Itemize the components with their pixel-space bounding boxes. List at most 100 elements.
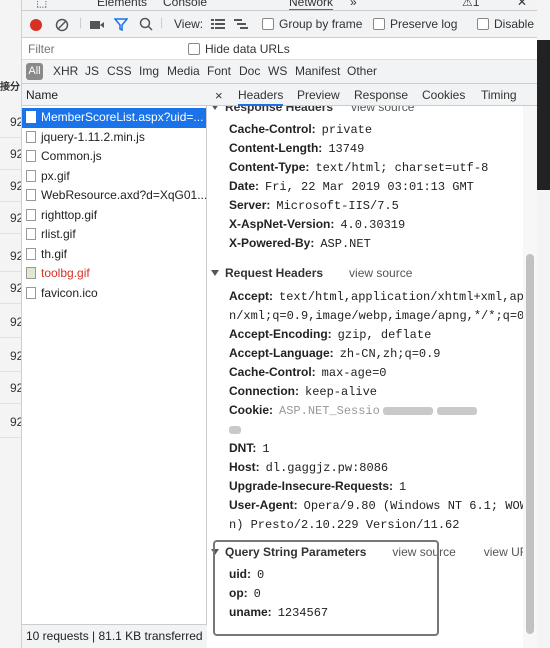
disable-cache-checkbox[interactable]: Disable cache: [477, 17, 537, 33]
filter-manifest[interactable]: Manifest: [295, 64, 340, 78]
group-by-frame-checkbox[interactable]: Group by frame: [262, 17, 362, 33]
overview-button[interactable]: [234, 18, 248, 34]
view-source-link[interactable]: view source: [349, 266, 412, 280]
request-name: rlist.gif: [41, 227, 76, 241]
header-key: Cache-Control:: [229, 365, 316, 379]
tab-response[interactable]: Response: [354, 88, 408, 102]
resource-type-filters: All XHR JS CSS Img Media Font Doc WS Man…: [22, 60, 537, 84]
header-value: private: [321, 123, 373, 137]
header-value: Fri, 22 Mar 2019 03:01:13 GMT: [265, 180, 474, 194]
header-key: Accept-Encoding:: [229, 327, 332, 341]
header-key: X-Powered-By:: [229, 236, 315, 250]
request-row[interactable]: px.gif: [22, 167, 206, 187]
header-key: Cache-Control:: [229, 122, 316, 136]
expand-triangle-icon[interactable]: [211, 106, 219, 110]
screenshot-button[interactable]: [89, 18, 105, 34]
image-icon: [26, 267, 36, 279]
header-line-wrap: [229, 420, 523, 439]
page-row: 92: [0, 202, 21, 234]
tab-cookies[interactable]: Cookies: [422, 88, 465, 102]
request-row[interactable]: righttop.gif: [22, 206, 206, 226]
record-button[interactable]: [29, 18, 43, 34]
preserve-log-label: Preserve log: [390, 17, 458, 31]
request-row[interactable]: jquery-1.11.2.min.js: [22, 128, 206, 148]
page-banner-image: [537, 40, 550, 190]
image-icon: [26, 169, 36, 182]
image-icon: [26, 247, 36, 260]
header-line: DNT: 1: [229, 439, 523, 459]
filter-other[interactable]: Other: [347, 64, 377, 78]
name-column-header[interactable]: Name: [22, 84, 207, 106]
hide-data-urls-checkbox[interactable]: Hide data URLs: [188, 42, 290, 58]
section-title: Response Headers: [225, 106, 334, 114]
filter-img[interactable]: Img: [139, 64, 159, 78]
header-line: Cookie: ASP.NET_Sessio: [229, 401, 523, 421]
header-key: X-AspNet-Version:: [229, 217, 335, 231]
request-row[interactable]: rlist.gif: [22, 225, 206, 245]
request-row[interactable]: Common.js: [22, 147, 206, 167]
view-url-encoded-link[interactable]: view URL e: [484, 545, 523, 559]
expand-triangle-icon[interactable]: [211, 270, 219, 276]
script-icon: [26, 130, 36, 143]
view-source-link[interactable]: view source: [351, 106, 414, 114]
filter-font[interactable]: Font: [207, 64, 231, 78]
more-tabs-icon[interactable]: »: [350, 0, 357, 9]
request-name: favicon.ico: [41, 285, 98, 300]
header-line: Cache-Control: private: [229, 120, 523, 140]
filter-xhr[interactable]: XHR: [53, 64, 78, 78]
filter-button[interactable]: [113, 17, 129, 33]
tab-timing[interactable]: Timing: [481, 88, 517, 102]
header-key: Upgrade-Insecure-Requests:: [229, 479, 394, 493]
filter-media[interactable]: Media: [167, 64, 200, 78]
tab-elements[interactable]: Elements: [97, 0, 147, 9]
request-row[interactable]: th.gif: [22, 245, 206, 265]
clear-button[interactable]: [55, 18, 69, 34]
filter-js[interactable]: JS: [85, 64, 99, 78]
header-key: Content-Type:: [229, 160, 310, 174]
header-line: Content-Type: text/html; charset=utf-8: [229, 158, 523, 178]
page-row: 92: [0, 306, 21, 338]
header-value: Opera/9.80 (Windows NT 6.1; WOW64: [303, 499, 523, 513]
tab-network[interactable]: Network: [289, 0, 334, 10]
search-button[interactable]: [139, 17, 153, 33]
background-page-left: 接分 92 92 92 92 92 92 92 92 92 92: [0, 0, 22, 648]
network-summary: 10 requests | 81.1 KB transferred: [22, 624, 207, 648]
filter-input[interactable]: [24, 40, 174, 58]
checkbox-box[interactable]: [188, 43, 200, 55]
tab-preview[interactable]: Preview: [297, 88, 340, 102]
request-row[interactable]: toolbg.gif: [22, 264, 206, 284]
close-devtools-icon[interactable]: ✕: [517, 0, 527, 9]
error-badge-icon[interactable]: ⚠1: [462, 0, 479, 9]
preserve-log-checkbox[interactable]: Preserve log: [373, 17, 457, 33]
header-line: Accept-Language: zh-CN,zh;q=0.9: [229, 344, 523, 364]
response-headers-section[interactable]: Response Headers view source: [211, 106, 414, 114]
checkbox-box[interactable]: [477, 18, 489, 30]
filter-doc[interactable]: Doc: [239, 64, 260, 78]
inspect-icon[interactable]: ⬚: [36, 0, 47, 9]
record-icon: [30, 19, 42, 31]
page-row: 92: [0, 340, 21, 372]
list-view-icon: [211, 19, 225, 29]
header-key: User-Agent:: [229, 498, 298, 512]
request-name: Common.js: [41, 149, 102, 163]
header-line: User-Agent: Opera/9.80 (Windows NT 6.1; W…: [229, 496, 523, 516]
request-headers-section[interactable]: Request Headers view source: [211, 266, 412, 280]
filter-bar: Hide data URLs: [22, 38, 537, 60]
tab-headers[interactable]: Headers: [238, 88, 284, 106]
large-rows-button[interactable]: [211, 18, 225, 34]
request-row[interactable]: WebResource.axd?d=XqG01...: [22, 186, 206, 206]
tab-console[interactable]: Console: [163, 0, 207, 9]
close-details-icon[interactable]: ×: [215, 88, 223, 103]
script-icon: [26, 189, 36, 201]
header-value: max-age=0: [321, 366, 387, 380]
request-row[interactable]: favicon.ico: [22, 284, 206, 304]
filter-all[interactable]: All: [26, 63, 43, 80]
checkbox-box[interactable]: [262, 18, 274, 30]
request-row[interactable]: MemberScoreList.aspx?uid=...: [22, 108, 206, 128]
filter-css[interactable]: CSS: [107, 64, 132, 78]
details-scrollbar[interactable]: [523, 106, 537, 648]
checkbox-box[interactable]: [373, 18, 385, 30]
scrollbar-thumb[interactable]: [526, 254, 534, 634]
filter-ws[interactable]: WS: [268, 64, 287, 78]
header-value: 1: [262, 442, 270, 456]
